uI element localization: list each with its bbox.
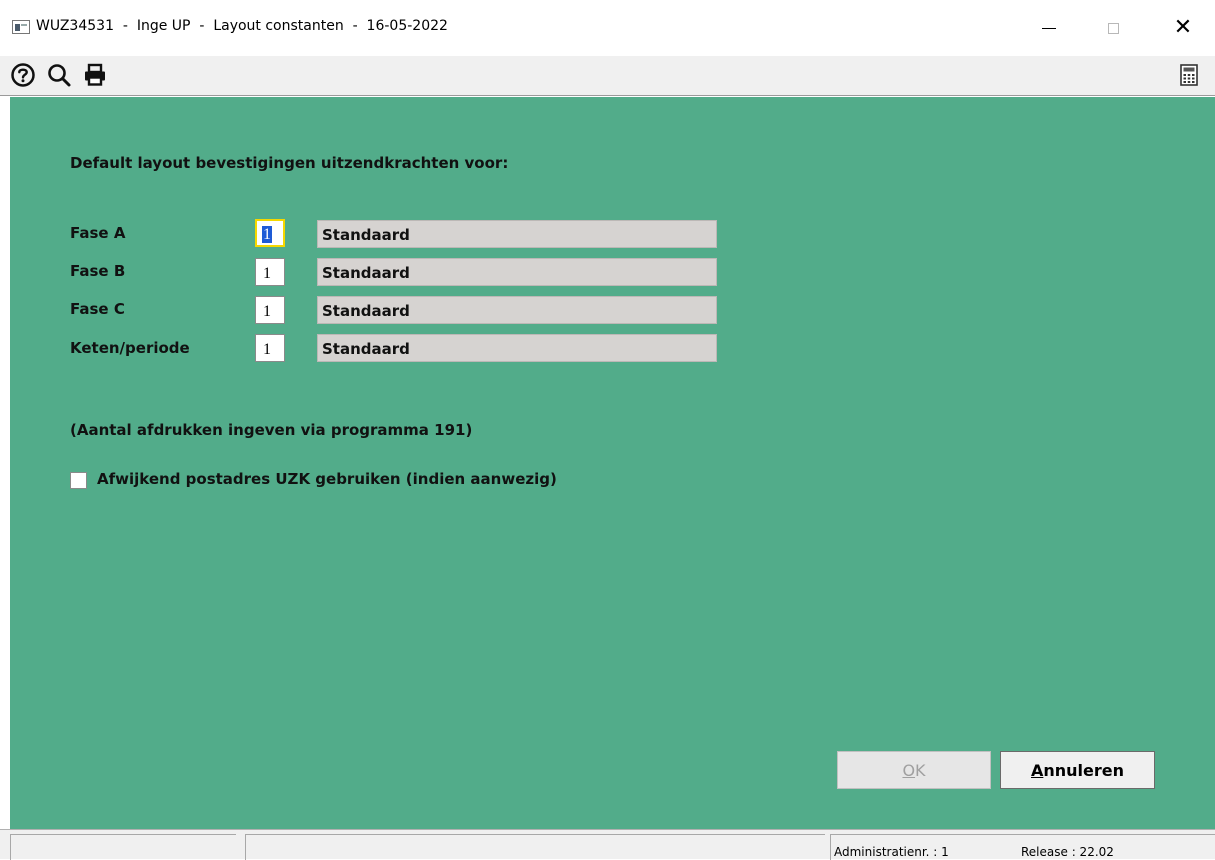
search-icon	[48, 64, 71, 87]
close-button[interactable]: ✕	[1160, 10, 1206, 46]
form-heading: Default layout bevestigingen uitzendkrac…	[70, 154, 509, 172]
window-title: WUZ34531 - Inge UP - Layout constanten -…	[36, 18, 448, 34]
status-bar: Administratienr. : 1 Release : 22.02	[0, 829, 1215, 860]
administration-number: Administratienr. : 1	[834, 845, 949, 859]
description-field-fase-c: Standaard	[317, 296, 717, 324]
alt-postal-address-checkbox[interactable]	[70, 472, 87, 489]
alt-postal-address-label[interactable]: Afwijkend postadres UZK gebruiken (indie…	[97, 470, 557, 488]
minimize-button[interactable]	[1026, 10, 1072, 46]
print-button[interactable]	[80, 60, 110, 90]
ok-mnemonic: O	[902, 760, 916, 780]
search-button[interactable]	[44, 60, 74, 90]
minimize-icon	[1042, 27, 1056, 29]
print-count-note: (Aantal afdrukken ingeven via programma …	[70, 421, 473, 439]
row-label-fase-b: Fase B	[70, 262, 126, 280]
print-icon	[85, 63, 105, 86]
row-label-fase-a: Fase A	[70, 224, 126, 242]
code-input-keten-periode[interactable]: 1	[255, 334, 285, 362]
cancel-label-rest: nnuleren	[1043, 760, 1125, 780]
calculator-button[interactable]	[1174, 60, 1204, 90]
row-label-keten-periode: Keten/periode	[70, 339, 190, 357]
title-bar: WUZ34531 - Inge UP - Layout constanten -…	[0, 0, 1215, 56]
cancel-mnemonic: A	[1030, 760, 1044, 780]
ok-label-rest: K	[915, 760, 926, 780]
status-cell-1	[10, 834, 236, 860]
help-button[interactable]	[8, 60, 38, 90]
description-field-fase-b: Standaard	[317, 258, 717, 286]
row-label-fase-c: Fase C	[70, 300, 125, 318]
description-field-keten-periode: Standaard	[317, 334, 717, 362]
status-cell-2	[245, 834, 825, 860]
app-window: WUZ34531 - Inge UP - Layout constanten -…	[0, 0, 1215, 860]
help-icon	[11, 63, 35, 87]
ok-button[interactable]: OK	[837, 751, 991, 789]
description-field-fase-a: Standaard	[317, 220, 717, 248]
code-input-fase-c[interactable]: 1	[255, 296, 285, 324]
toolbar	[0, 56, 1215, 96]
release-version: Release : 22.02	[1021, 845, 1114, 859]
cancel-button[interactable]: Annuleren	[1000, 751, 1155, 789]
app-icon[interactable]	[12, 20, 30, 34]
code-value: 1	[262, 226, 272, 243]
calculator-icon	[1180, 64, 1198, 86]
maximize-button[interactable]	[1090, 10, 1136, 46]
close-icon: ✕	[1173, 15, 1193, 40]
form-panel: Default layout bevestigingen uitzendkrac…	[10, 97, 1215, 829]
status-cell-info: Administratienr. : 1 Release : 22.02	[830, 834, 1215, 860]
maximize-icon	[1107, 22, 1119, 34]
code-input-fase-a[interactable]: 1	[255, 219, 285, 247]
code-input-fase-b[interactable]: 1	[255, 258, 285, 286]
